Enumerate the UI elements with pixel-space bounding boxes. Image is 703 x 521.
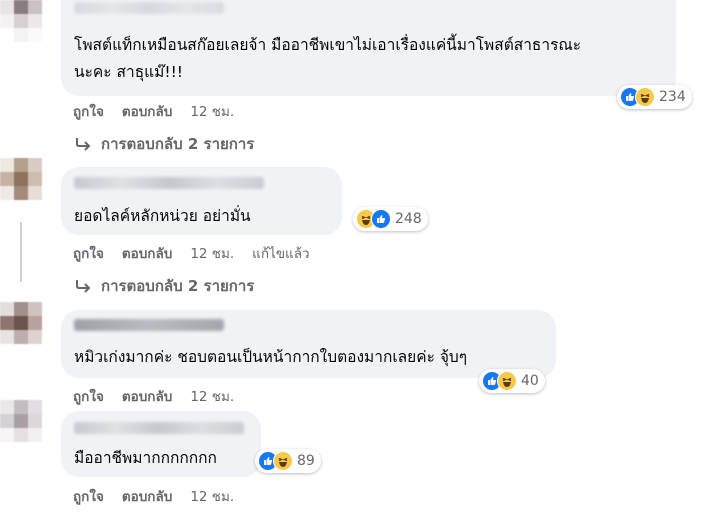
reactions-summary[interactable]: 234 — [617, 85, 692, 109]
haha-icon — [635, 87, 655, 107]
reaction-count: 40 — [521, 373, 539, 389]
comment-text-line: โพสต์แท็กเหมือนสก๊อยเลยจ้า มืออาชีพเขาไม… — [74, 36, 582, 54]
comment-actions: ถูกใจ ตอบกลับ 12 ชม. แก้ไขแล้ว — [73, 242, 328, 264]
comment-text-line: นะคะ สาธุแม๊!!! — [74, 63, 184, 81]
reply-link[interactable]: ตอบกลับ — [122, 100, 172, 122]
edited-label[interactable]: แก้ไขแล้ว — [252, 242, 309, 264]
haha-icon — [497, 371, 517, 391]
timestamp[interactable]: 12 ชม. — [190, 485, 234, 507]
reply-arrow-icon — [76, 280, 91, 293]
timestamp[interactable]: 12 ชม. — [190, 100, 234, 122]
reply-arrow-icon — [76, 138, 91, 151]
thread-line — [20, 222, 22, 282]
comment-actions: ถูกใจ ตอบกลับ 12 ชม. — [73, 385, 252, 407]
view-replies-button[interactable]: การตอบกลับ 2 รายการ — [74, 274, 254, 298]
like-icon — [371, 209, 391, 229]
comment-bubble: โพสต์แท็กเหมือนสก๊อยเลยจ้า มืออาชีพเขาไม… — [61, 0, 676, 96]
comment-actions: ถูกใจ ตอบกลับ 12 ชม. — [73, 100, 252, 122]
author-name[interactable] — [74, 2, 224, 14]
reaction-count: 89 — [297, 453, 315, 469]
timestamp[interactable]: 12 ชม. — [190, 385, 234, 407]
avatar[interactable] — [0, 158, 42, 200]
timestamp[interactable]: 12 ชม. — [190, 242, 234, 264]
reactions-summary[interactable]: 248 — [353, 207, 428, 231]
author-name[interactable] — [74, 177, 264, 189]
avatar[interactable] — [0, 302, 42, 344]
comment-text-line: ยอดไลค์หลักหน่วย อย่ามั่น — [74, 207, 251, 225]
replies-label: การตอบกลับ 2 รายการ — [101, 277, 255, 295]
comment-actions: ถูกใจ ตอบกลับ 12 ชม. — [73, 485, 252, 507]
like-link[interactable]: ถูกใจ — [73, 100, 104, 122]
reactions-summary[interactable]: 40 — [479, 369, 545, 393]
comment-bubble: หมิวเก่งมากค่ะ ชอบตอนเป็นหน้ากากใบตองมาก… — [61, 310, 556, 378]
avatar[interactable] — [0, 0, 42, 42]
comment-bubble: ยอดไลค์หลักหน่วย อย่ามั่น — [61, 167, 342, 235]
like-link[interactable]: ถูกใจ — [73, 385, 104, 407]
reply-link[interactable]: ตอบกลับ — [122, 485, 172, 507]
reaction-count: 234 — [659, 89, 686, 105]
view-replies-button[interactable]: การตอบกลับ 2 รายการ — [74, 132, 254, 156]
reply-link[interactable]: ตอบกลับ — [122, 242, 172, 264]
like-link[interactable]: ถูกใจ — [73, 485, 104, 507]
author-name[interactable] — [74, 422, 244, 434]
comment-text-line: หมิวเก่งมากค่ะ ชอบตอนเป็นหน้ากากใบตองมาก… — [74, 348, 468, 366]
avatar[interactable] — [0, 400, 42, 442]
like-link[interactable]: ถูกใจ — [73, 242, 104, 264]
comment-text-line: มืออาชีพมากกกกกกก — [74, 449, 217, 467]
reaction-count: 248 — [395, 211, 422, 227]
comment-bubble: มืออาชีพมากกกกกกก — [61, 411, 261, 477]
haha-icon — [273, 451, 293, 471]
author-name[interactable] — [74, 319, 224, 331]
replies-label: การตอบกลับ 2 รายการ — [101, 135, 255, 153]
reply-link[interactable]: ตอบกลับ — [122, 385, 172, 407]
reactions-summary[interactable]: 89 — [255, 449, 321, 473]
